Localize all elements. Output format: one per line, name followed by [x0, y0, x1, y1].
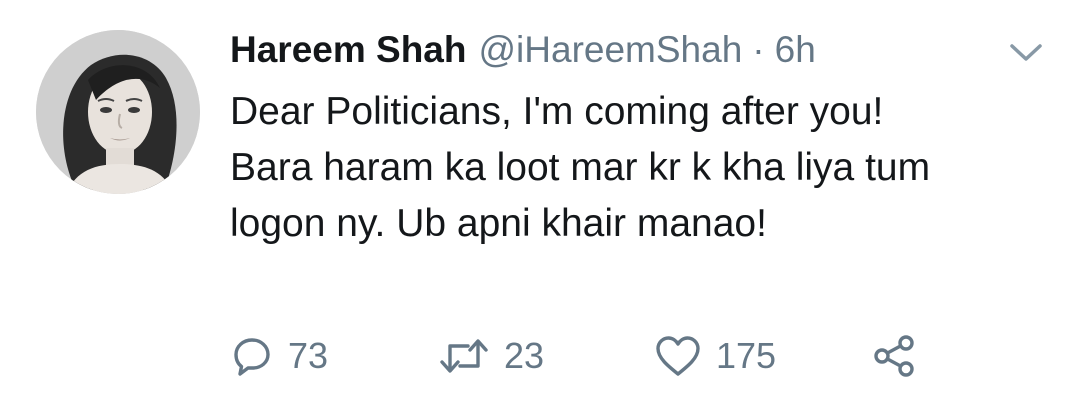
share-button[interactable]	[870, 330, 918, 382]
retweet-count: 23	[504, 335, 545, 376]
retweet-icon	[438, 334, 490, 378]
like-count: 175	[716, 335, 777, 376]
reply-count: 73	[288, 335, 329, 376]
heart-icon	[654, 334, 702, 378]
chevron-down-icon[interactable]	[1008, 40, 1044, 64]
tweet-text-line: Bara haram ka loot mar kr k kha liya tum	[230, 146, 931, 189]
reply-button[interactable]: 73	[230, 330, 328, 382]
tweet-card[interactable]: Hareem Shah @iHareemShah · 6h Dear Polit…	[0, 0, 1080, 412]
like-button[interactable]: 175	[654, 330, 776, 382]
share-icon	[870, 334, 918, 378]
tweet-header: Hareem Shah @iHareemShah · 6h	[230, 24, 816, 76]
retweet-button[interactable]: 23	[438, 330, 544, 382]
tweet-text-line: Dear Politicians, I'm coming after you!	[230, 90, 884, 133]
separator-dot: ·	[752, 29, 765, 70]
tweet-text: Dear Politicians, I'm coming after you! …	[230, 84, 1030, 252]
tweet-text-line: logon ny. Ub apni khair manao!	[230, 202, 767, 245]
reply-icon	[230, 334, 274, 378]
tweet-timestamp[interactable]: 6h	[775, 29, 816, 71]
tweet-actions: 73 23 175	[230, 330, 950, 382]
author-handle[interactable]: @iHareemShah	[479, 29, 743, 71]
avatar-photo	[36, 30, 200, 194]
author-name[interactable]: Hareem Shah	[230, 29, 467, 71]
avatar[interactable]	[36, 30, 200, 194]
